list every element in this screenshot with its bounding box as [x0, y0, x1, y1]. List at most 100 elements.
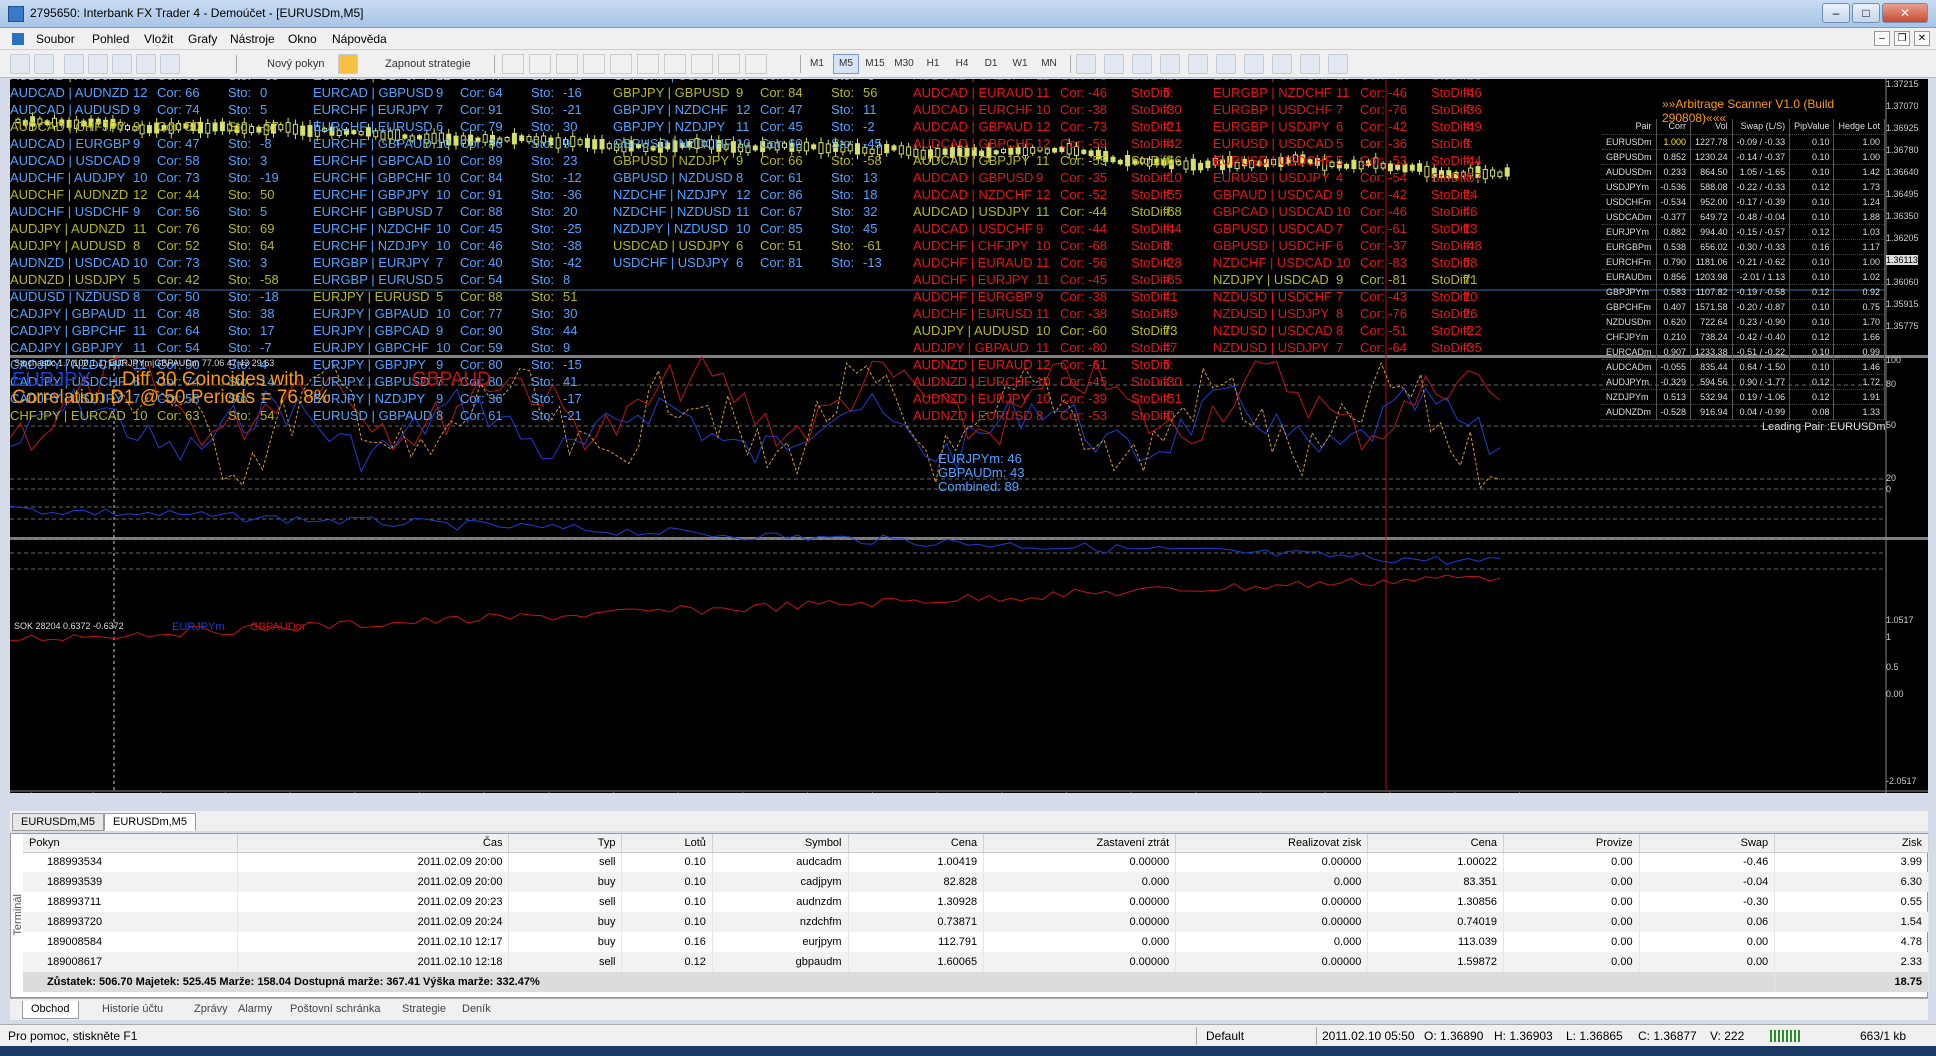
pair-sto-label: Sto:: [531, 357, 555, 372]
orders-col-header[interactable]: Typ: [508, 834, 623, 853]
templates-icon[interactable]: [1328, 54, 1348, 74]
menu-item-5[interactable]: Okno: [288, 32, 317, 46]
price-candle-body: [292, 123, 298, 135]
mdi-close-icon[interactable]: ✕: [1914, 31, 1930, 46]
timeframe-m1-button[interactable]: M1: [804, 54, 830, 74]
scanner-cell: -0.51 / -0.22: [1732, 344, 1791, 360]
line-chart-icon[interactable]: [1132, 54, 1152, 74]
vertical-line-icon[interactable]: [556, 54, 578, 74]
label-icon[interactable]: [718, 54, 740, 74]
chart-tab[interactable]: EURUSDm,M5: [104, 813, 196, 831]
terminal-tab[interactable]: Alarmy: [230, 1001, 280, 1019]
fibonacci-icon[interactable]: [664, 54, 686, 74]
orders-col-header[interactable]: Cena: [1367, 834, 1504, 853]
orders-col-header[interactable]: Pokyn: [23, 834, 239, 853]
new-order-button[interactable]: Nový pokyn: [244, 54, 334, 74]
orders-col-header[interactable]: Zastavení ztrát: [983, 834, 1177, 853]
maximize-button[interactable]: □: [1852, 3, 1880, 23]
terminal-tab[interactable]: Strategie: [394, 1001, 454, 1019]
zoom-out-icon[interactable]: [1188, 54, 1208, 74]
terminal-tab[interactable]: Zprávy: [186, 1001, 236, 1019]
sok-header: SOK 28204 0.6372 -0.6372: [14, 621, 124, 631]
menu-item-6[interactable]: Nápověda: [332, 32, 387, 46]
order-row[interactable]: 188993539 2011.02.09 20:00 buy 0.10 cadjpym 8…: [23, 872, 1929, 892]
pair-correlation: Cor: -51: [1360, 323, 1407, 338]
minimize-button[interactable]: –: [1822, 3, 1850, 23]
terminal-tab[interactable]: Obchod: [22, 1001, 79, 1019]
pair-period: 9: [1336, 187, 1344, 202]
market-watch-icon[interactable]: [64, 54, 84, 74]
timeframe-m30-button[interactable]: M30: [891, 54, 917, 74]
trendline-icon[interactable]: [610, 54, 632, 74]
orders-col-header[interactable]: Symbol: [712, 834, 849, 853]
zoom-in-icon[interactable]: [1160, 54, 1180, 74]
chart-area[interactable]: AUDCAD | AUDJPY10Cor: 68Sto:-68AUDCAD | …: [10, 79, 1928, 793]
terminal-tab[interactable]: Deník: [454, 1001, 499, 1019]
data-window-icon[interactable]: [88, 54, 108, 74]
orders-col-header[interactable]: Provize: [1503, 834, 1640, 853]
pair-sto-value: 5: [260, 204, 268, 219]
orders-col-header[interactable]: Swap: [1639, 834, 1776, 853]
menu-item-3[interactable]: Grafy: [188, 32, 217, 46]
pair-period: 11: [1336, 85, 1350, 100]
arrows-icon[interactable]: [745, 54, 767, 74]
pair-name: AUDUSD | NZDUSD: [10, 289, 130, 304]
expert-advisors-button[interactable]: Zapnout strategie: [362, 54, 488, 74]
tester-icon[interactable]: [160, 54, 180, 74]
timeframe-m15-button[interactable]: M15: [862, 54, 888, 74]
terminal-tab[interactable]: Historie účtu: [94, 1001, 171, 1019]
scanner-row: GBPUSDm 0.852 1230.24 -0.14 / -0.37 0.10 1.00: [1602, 149, 1886, 165]
menu-item-2[interactable]: Vložit: [144, 32, 173, 46]
pair-sto-label: Sto:: [531, 408, 555, 423]
indicators-icon[interactable]: [1272, 54, 1292, 74]
orders-col-header[interactable]: Zisk: [1774, 834, 1929, 853]
menu-item-0[interactable]: Soubor: [36, 32, 75, 46]
orders-col-header[interactable]: Lotů: [621, 834, 713, 853]
terminal-icon[interactable]: [136, 54, 156, 74]
profiles-icon[interactable]: [34, 54, 54, 74]
mdi-minimize-icon[interactable]: –: [1874, 31, 1890, 46]
cursor-icon[interactable]: [502, 54, 524, 74]
menu-item-1[interactable]: Pohled: [92, 32, 129, 46]
bar-chart-icon[interactable]: [1076, 54, 1096, 74]
pair-correlation: Cor: 91: [460, 102, 503, 117]
crosshair-icon[interactable]: [529, 54, 551, 74]
scanner-cell: 0.538: [1656, 239, 1692, 255]
menu-item-4[interactable]: Nástroje: [230, 32, 275, 46]
horizontal-line-icon[interactable]: [583, 54, 605, 74]
terminal-tab[interactable]: Poštovní schránka: [282, 1001, 389, 1019]
pair-sto-value: 45: [863, 221, 878, 236]
periods-icon[interactable]: [1300, 54, 1320, 74]
metaeditor-icon[interactable]: [338, 54, 358, 74]
orders-col-header[interactable]: Realizovat zisk: [1175, 834, 1369, 853]
pair-correlation: Cor: 47: [157, 136, 200, 151]
order-row[interactable]: 189008617 2011.02.10 12:18 sell 0.12 gbpaudm…: [23, 952, 1929, 972]
app-icon: [8, 6, 24, 22]
pair-sto-value: 18: [863, 187, 878, 202]
channel-icon[interactable]: [637, 54, 659, 74]
order-row[interactable]: 188993534 2011.02.09 20:00 sell 0.10 audcadm…: [23, 852, 1929, 872]
pair-period: 7: [436, 204, 444, 219]
orders-col-header[interactable]: Cena: [848, 834, 985, 853]
pair-period: 9: [133, 136, 141, 151]
candles-icon[interactable]: [1104, 54, 1124, 74]
new-chart-icon[interactable]: [10, 54, 30, 74]
timeframe-h1-button[interactable]: H1: [920, 54, 946, 74]
order-row[interactable]: 188993720 2011.02.09 20:24 buy 0.10 nzdchfm 0…: [23, 912, 1929, 932]
text-icon[interactable]: [691, 54, 713, 74]
chart-tab[interactable]: EURUSDm,M5: [12, 813, 104, 831]
timeframe-m5-button[interactable]: M5: [833, 54, 859, 74]
order-cell: 0.10: [621, 852, 713, 872]
order-row[interactable]: 188993711 2011.02.09 20:23 sell 0.10 audnzdm…: [23, 892, 1929, 912]
order-row[interactable]: 189008584 2011.02.10 12:17 buy 0.16 eurjpym 1…: [23, 932, 1929, 952]
orders-col-header[interactable]: Čas: [237, 834, 510, 853]
mdi-restore-icon[interactable]: ❐: [1894, 31, 1910, 46]
chart-shift-icon[interactable]: [1244, 54, 1264, 74]
timeframe-d1-button[interactable]: D1: [978, 54, 1004, 74]
navigator-icon[interactable]: [112, 54, 132, 74]
timeframe-h4-button[interactable]: H4: [949, 54, 975, 74]
autoscroll-icon[interactable]: [1216, 54, 1236, 74]
timeframe-w1-button[interactable]: W1: [1007, 54, 1033, 74]
timeframe-mn-button[interactable]: MN: [1036, 54, 1062, 74]
close-button[interactable]: ✕: [1882, 3, 1928, 23]
